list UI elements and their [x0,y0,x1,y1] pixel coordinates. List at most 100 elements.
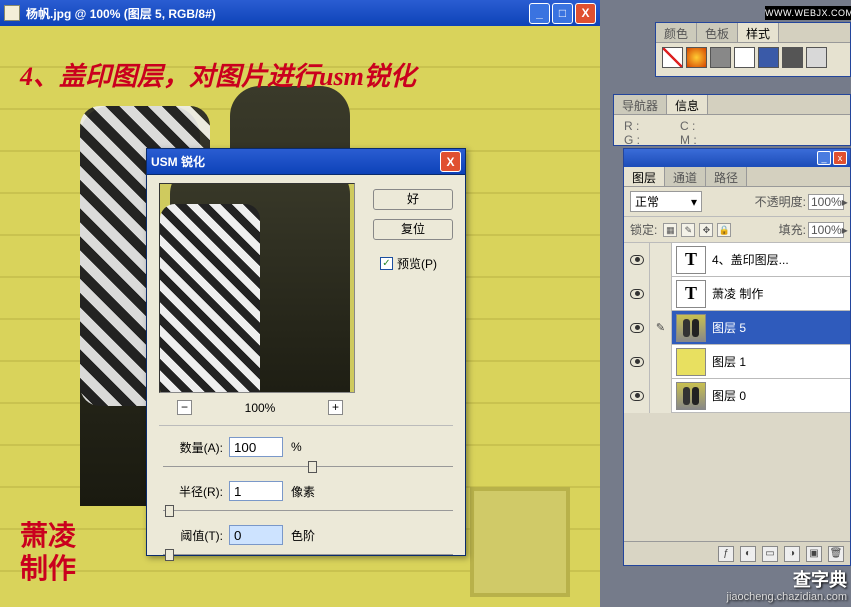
threshold-slider[interactable] [163,547,453,561]
layer-row[interactable]: 图层 0 [624,379,850,413]
dialog-close-button[interactable]: X [440,151,461,172]
preview-box[interactable] [159,183,355,393]
opacity-value: 100% [811,195,842,209]
info-g: G : [624,133,640,147]
layers-panel-titlebar[interactable]: _ x [624,149,850,167]
minimize-button[interactable]: _ [529,3,550,24]
preview-checkbox-row[interactable]: ✓ 预览(P) [380,255,437,272]
annotation-text: 4、盖印图层，对图片进行usm锐化 [20,56,416,93]
layer-row[interactable]: T 萧凌 制作 [624,277,850,311]
visibility-toggle[interactable] [624,345,650,379]
threshold-unit: 色阶 [291,527,315,544]
radius-row: 半径(R): 像素 [163,481,453,501]
signature: 萧凌 制作 [20,520,76,587]
link-cell[interactable] [650,277,672,311]
layer-style-icon[interactable]: ƒ [718,546,734,562]
style-swatch[interactable] [782,47,803,68]
info-c: C : [680,119,697,133]
opacity-input[interactable]: 100%▸ [808,194,844,210]
link-cell[interactable] [650,243,672,277]
image-layer-thumb [676,314,706,342]
style-swatch[interactable] [734,47,755,68]
reset-button[interactable]: 复位 [373,219,453,240]
layer-row[interactable]: 图层 1 [624,345,850,379]
lock-row: 锁定: ▦ ✎ ✥ 🔒 填充: 100%▸ [624,217,850,243]
zoom-in-button[interactable]: + [328,400,343,415]
signature-line1: 萧凌 [20,520,76,554]
layer-row[interactable]: ✎ 图层 5 [624,311,850,345]
lock-transparency-icon[interactable]: ▦ [663,223,677,237]
visibility-toggle[interactable] [624,277,650,311]
navigator-panel: 导航器 信息 R : G : C : M : [613,94,851,146]
opacity-label: 不透明度: [755,193,806,210]
layers-tabs: 图层 通道 路径 [624,167,850,187]
tab-swatches[interactable]: 色板 [697,23,738,42]
info-m: M : [680,133,697,147]
adjustment-layer-icon[interactable]: ◑ [784,546,800,562]
layer-name: 萧凌 制作 [710,285,850,302]
panel-minimize-button[interactable]: _ [817,151,831,165]
layer-name: 图层 5 [710,319,850,336]
amount-label: 数量(A): [163,439,223,456]
signature-line2: 制作 [20,553,76,587]
style-none-icon[interactable] [662,47,683,68]
style-swatch[interactable] [686,47,707,68]
visibility-toggle[interactable] [624,379,650,413]
fill-input[interactable]: 100%▸ [808,222,844,238]
radius-slider[interactable] [163,503,453,517]
info-readout: R : G : C : M : [614,115,850,151]
layer-row[interactable]: T 4、盖印图层... [624,243,850,277]
threshold-input[interactable] [229,525,283,545]
visibility-toggle[interactable] [624,243,650,277]
radius-input[interactable] [229,481,283,501]
new-group-icon[interactable]: ▭ [762,546,778,562]
image-layer-thumb [676,382,706,410]
tab-styles[interactable]: 样式 [738,23,779,42]
amount-slider[interactable] [163,459,453,473]
amount-row: 数量(A): % [163,437,453,457]
close-button[interactable]: X [575,3,596,24]
tab-layers[interactable]: 图层 [624,167,665,186]
blend-mode-select[interactable]: 正常 ▾ [630,191,702,212]
file-icon [4,5,20,21]
usm-sharpen-dialog: USM 锐化 X 好 复位 ✓ 预览(P) − 100% + 数量(A): % … [146,148,466,556]
planter-box [470,487,570,597]
link-cell[interactable] [650,379,672,413]
tab-paths[interactable]: 路径 [706,167,747,186]
layer-name: 图层 0 [710,387,850,404]
style-swatch[interactable] [758,47,779,68]
tab-color[interactable]: 颜色 [656,23,697,42]
radius-unit: 像素 [291,483,315,500]
link-cell[interactable]: ✎ [650,311,672,345]
tab-navigator[interactable]: 导航器 [614,95,667,114]
lock-pixels-icon[interactable]: ✎ [681,223,695,237]
dialog-title: USM 锐化 [151,153,440,170]
amount-input[interactable] [229,437,283,457]
style-swatch[interactable] [806,47,827,68]
window-titlebar[interactable]: 杨帆.jpg @ 100% (图层 5, RGB/8#) _ □ X [0,0,600,26]
delete-layer-icon[interactable]: 🗑 [828,546,844,562]
blend-mode-value: 正常 [635,193,659,210]
panel-close-button[interactable]: x [833,151,847,165]
dialog-titlebar[interactable]: USM 锐化 X [147,149,465,175]
zoom-out-button[interactable]: − [177,400,192,415]
tab-channels[interactable]: 通道 [665,167,706,186]
fill-value: 100% [811,223,842,237]
eye-icon [630,391,644,401]
tab-info[interactable]: 信息 [667,95,708,114]
layers-footer: ƒ ◐ ▭ ◑ ▣ 🗑 [624,541,850,565]
link-cell[interactable] [650,345,672,379]
preview-checkbox[interactable]: ✓ [380,257,393,270]
preview-label: 预览(P) [397,255,437,272]
layer-name: 4、盖印图层... [710,251,850,268]
maximize-button[interactable]: □ [552,3,573,24]
lock-position-icon[interactable]: ✥ [699,223,713,237]
text-layer-icon: T [676,280,706,308]
ok-button[interactable]: 好 [373,189,453,210]
visibility-toggle[interactable] [624,311,650,345]
lock-all-icon[interactable]: 🔒 [717,223,731,237]
layer-mask-icon[interactable]: ◐ [740,546,756,562]
new-layer-icon[interactable]: ▣ [806,546,822,562]
chevron-down-icon: ▾ [691,195,697,209]
style-swatch[interactable] [710,47,731,68]
